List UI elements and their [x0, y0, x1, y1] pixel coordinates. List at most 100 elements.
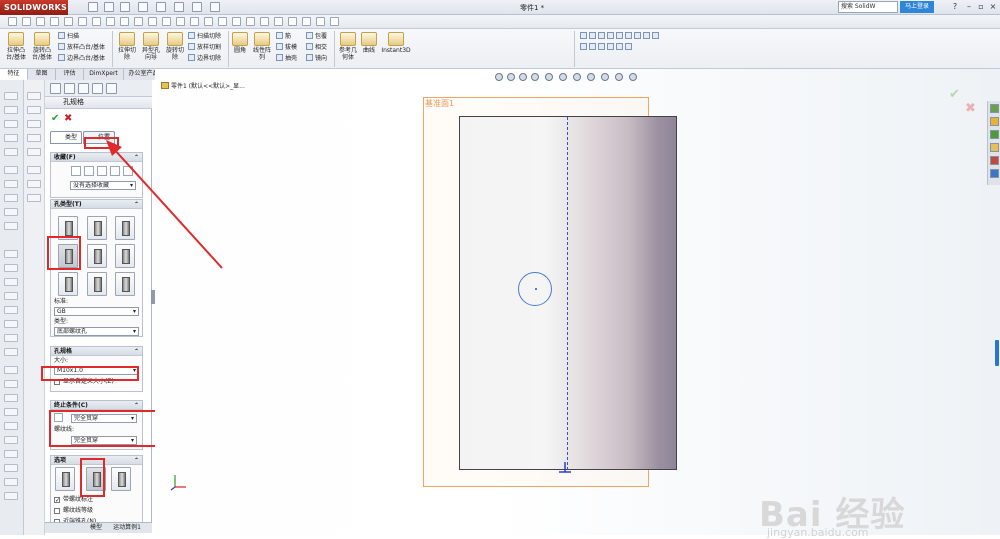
- property-manager-icon[interactable]: [64, 83, 75, 94]
- tool-icon[interactable]: [148, 17, 157, 26]
- tool-icon[interactable]: [176, 17, 185, 26]
- confirm-corner-check-icon[interactable]: ✔: [949, 87, 960, 102]
- graphics-area[interactable]: 零件1 (默认<<默认>_显... 基准面1 ✔ ✖ Bai 经验 jingya…: [155, 69, 1000, 539]
- favorite-icon[interactable]: [71, 166, 81, 176]
- view-settings-icon[interactable]: [615, 73, 623, 81]
- close-icon[interactable]: ×: [988, 2, 998, 12]
- revolve-cut-button[interactable]: 旋转切除: [164, 32, 186, 61]
- tool-icon[interactable]: [4, 478, 18, 486]
- reverse-direction-icon[interactable]: [54, 413, 63, 422]
- extrude-cut-button[interactable]: 拉伸切除: [116, 32, 138, 61]
- tab-model[interactable]: 模型: [85, 523, 107, 533]
- update-favorite-icon[interactable]: [97, 166, 107, 176]
- toolbar-icon-group[interactable]: [580, 43, 634, 52]
- config-manager-icon[interactable]: [78, 83, 89, 94]
- sweep-cut-button[interactable]: 扫描切除: [188, 32, 221, 41]
- tool-icon[interactable]: [27, 134, 41, 142]
- countersink-slot-icon[interactable]: [87, 272, 107, 296]
- tool-icon[interactable]: [50, 17, 59, 26]
- cancel-x-icon[interactable]: ✖: [64, 113, 72, 124]
- display-style-icon[interactable]: [559, 73, 567, 81]
- tool-icon[interactable]: [4, 222, 18, 230]
- tool-icon[interactable]: [78, 17, 87, 26]
- tool-icon[interactable]: [4, 334, 18, 342]
- open-document-icon[interactable]: [104, 2, 114, 12]
- fillet-button[interactable]: 圆角: [231, 32, 249, 54]
- edit-appearance-icon[interactable]: [587, 73, 595, 81]
- tab-position[interactable]: 位置: [83, 131, 115, 144]
- tool-icon[interactable]: [274, 17, 283, 26]
- login-button[interactable]: 马上登录: [900, 1, 934, 13]
- restore-icon[interactable]: ▫: [976, 2, 986, 12]
- view-orientation-icon[interactable]: [545, 73, 553, 81]
- rebuild-icon[interactable]: [192, 2, 202, 12]
- appearances-icon[interactable]: [990, 156, 999, 165]
- instant3d-button[interactable]: Instant3D: [381, 32, 411, 54]
- tab-features[interactable]: 特征: [0, 69, 28, 80]
- previous-view-icon[interactable]: [519, 73, 527, 81]
- tool-icon[interactable]: [27, 148, 41, 156]
- tool-icon[interactable]: [4, 250, 18, 258]
- curves-button[interactable]: 曲线: [360, 32, 378, 54]
- tool-icon[interactable]: [162, 17, 171, 26]
- tool-icon[interactable]: [120, 17, 129, 26]
- tab-evaluate[interactable]: 评估: [56, 69, 84, 80]
- options-icon[interactable]: [210, 2, 220, 12]
- straight-hole-icon[interactable]: [115, 216, 135, 240]
- revolve-boss-button[interactable]: 旋转凸台/基体: [30, 32, 54, 61]
- tool-icon[interactable]: [204, 17, 213, 26]
- load-favorite-icon[interactable]: [123, 166, 133, 176]
- feature-tree-icon[interactable]: [50, 83, 61, 94]
- zoom-area-icon[interactable]: [507, 73, 515, 81]
- thread-option-icon[interactable]: [111, 467, 131, 491]
- tool-icon[interactable]: [4, 464, 18, 472]
- tool-icon[interactable]: [4, 436, 18, 444]
- mirror-button[interactable]: 镜向: [306, 54, 327, 63]
- search-input[interactable]: 搜索 SolidW: [838, 1, 898, 13]
- cosmetic-thread-icon[interactable]: [55, 467, 75, 491]
- remove-thread-icon[interactable]: [86, 467, 106, 491]
- counterbore-icon[interactable]: [58, 216, 78, 240]
- custom-properties-icon[interactable]: [990, 169, 999, 178]
- draft-button[interactable]: 拔模: [276, 43, 297, 52]
- file-explorer-icon[interactable]: [990, 130, 999, 139]
- legacy-hole-icon[interactable]: [115, 244, 135, 268]
- tool-icon[interactable]: [4, 92, 18, 100]
- thread-callout-checkbox[interactable]: ✓: [54, 497, 60, 504]
- tab-dimxpert[interactable]: DimXpert: [84, 69, 124, 80]
- design-library-icon[interactable]: [990, 117, 999, 126]
- tool-icon[interactable]: [4, 194, 18, 202]
- tool-icon[interactable]: [4, 394, 18, 402]
- shell-button[interactable]: 抽壳: [276, 54, 297, 63]
- group-header[interactable]: 孔规格 ⌃: [51, 347, 142, 356]
- favorites-select[interactable]: 没有选择收藏: [70, 181, 136, 190]
- tool-icon[interactable]: [4, 148, 18, 156]
- tool-icon[interactable]: [4, 264, 18, 272]
- tool-icon[interactable]: [4, 492, 18, 500]
- custom-size-checkbox[interactable]: [54, 379, 60, 385]
- thread-select[interactable]: 完全贯穿: [71, 436, 137, 445]
- tool-icon[interactable]: [27, 166, 41, 174]
- countersink-icon[interactable]: [87, 216, 107, 240]
- tool-icon[interactable]: [4, 278, 18, 286]
- tool-icon[interactable]: [92, 17, 101, 26]
- tool-icon[interactable]: [190, 17, 199, 26]
- scene-icon[interactable]: [601, 73, 609, 81]
- tool-icon[interactable]: [4, 208, 18, 216]
- tool-icon[interactable]: [4, 120, 18, 128]
- pipe-tap-icon[interactable]: [87, 244, 107, 268]
- sweep-button[interactable]: 扫描: [58, 32, 79, 41]
- loft-cut-button[interactable]: 放样切割: [188, 43, 221, 52]
- group-header[interactable]: 收藏(F) ⌃: [51, 153, 142, 162]
- cylinder-body[interactable]: [459, 116, 677, 470]
- tool-icon[interactable]: [302, 17, 311, 26]
- tool-icon[interactable]: [4, 450, 18, 458]
- tool-icon[interactable]: [27, 106, 41, 114]
- tool-icon[interactable]: [4, 180, 18, 188]
- folder-icon[interactable]: [990, 143, 999, 152]
- minimize-icon[interactable]: –: [964, 2, 974, 12]
- type-select[interactable]: 底部螺纹孔: [54, 327, 139, 336]
- toolbar-icon-group[interactable]: [580, 32, 661, 41]
- tool-icon[interactable]: [4, 348, 18, 356]
- tool-icon[interactable]: [27, 180, 41, 188]
